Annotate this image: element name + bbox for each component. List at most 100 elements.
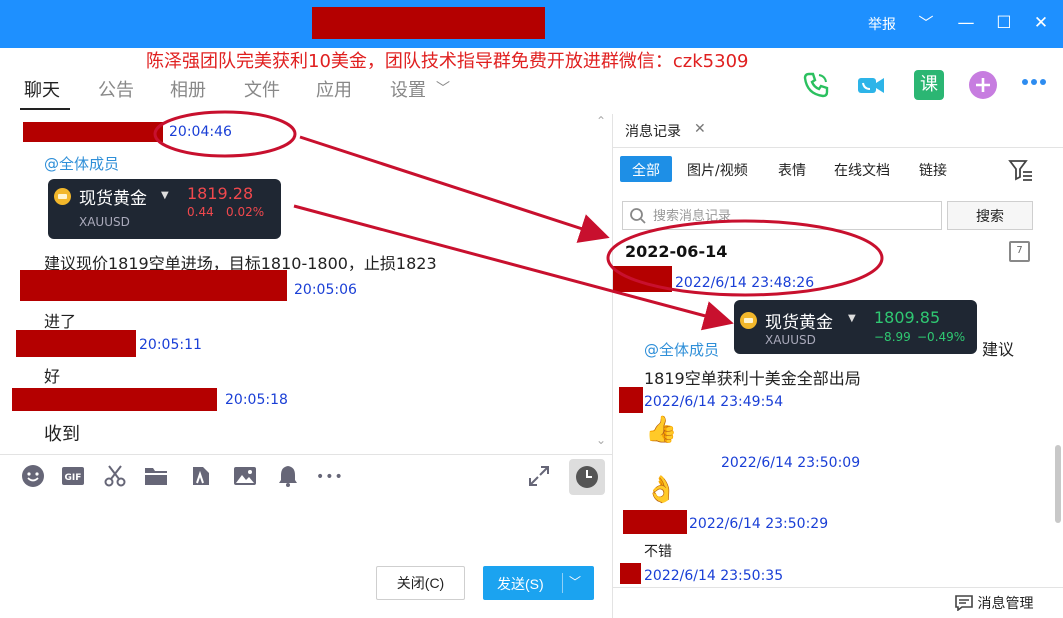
tab-chat[interactable]: 聊天: [24, 76, 60, 102]
redacted-sender: [23, 122, 163, 142]
gold-change: 0.44: [187, 205, 214, 219]
redacted-sender: [20, 270, 287, 301]
filter-emoji[interactable]: 表情: [778, 156, 806, 182]
svg-text:GIF: GIF: [65, 473, 82, 483]
message-text: 1819空单获利十美金全部出局: [644, 369, 861, 388]
course-icon[interactable]: 课: [914, 70, 944, 100]
mention-all[interactable]: @全体成员: [44, 153, 119, 174]
add-icon[interactable]: [968, 70, 998, 100]
message-timestamp: 20:05:06: [294, 282, 357, 298]
mention-all[interactable]: @全体成员: [644, 339, 719, 360]
gold-quote-card[interactable]: 现货黄金 ▼ XAUUSD 1819.28 0.44 0.02%: [48, 179, 281, 239]
message-timestamp: 20:05:18: [225, 392, 288, 408]
video-call-icon[interactable]: [856, 70, 886, 100]
history-scrollbar[interactable]: [1055, 445, 1061, 523]
caret-down-icon: ▼: [848, 313, 856, 324]
active-tab-underline: [20, 108, 70, 110]
message-text: 收到: [44, 424, 80, 445]
nav-bar: 聊天 公告 相册 文件 应用 设置 ﹀: [0, 70, 1063, 114]
more-tools-icon[interactable]: •••: [316, 464, 343, 490]
gold-coin-icon: [54, 188, 71, 205]
redacted-sender: [623, 510, 687, 534]
redacted-sender: [613, 266, 672, 292]
history-close-icon[interactable]: ✕: [694, 121, 706, 137]
emoji-icon[interactable]: [20, 464, 46, 490]
input-toolbar: [0, 454, 612, 500]
image-icon[interactable]: [232, 464, 258, 490]
send-label: 发送(S): [497, 576, 544, 592]
gif-icon[interactable]: GIF: [60, 464, 86, 490]
send-options-chevron-icon[interactable]: ﹀: [569, 573, 581, 590]
filter-all[interactable]: 全部: [620, 156, 672, 182]
tab-files[interactable]: 文件: [244, 76, 280, 102]
dropdown-icon[interactable]: ﹀: [915, 12, 937, 34]
collapse-up-icon[interactable]: ⌃: [596, 114, 606, 128]
tab-album[interactable]: 相册: [170, 76, 206, 102]
gold-code: XAUUSD: [765, 333, 816, 347]
gold-name: 现货黄金: [79, 189, 147, 209]
close-button[interactable]: 关闭(C): [376, 566, 465, 600]
message-text: 建议: [982, 340, 1015, 359]
redacted-sender: [12, 388, 217, 411]
report-button[interactable]: 举报: [868, 14, 896, 34]
panel-divider: [612, 114, 613, 618]
redacted-title: [312, 7, 545, 39]
caret-down-icon: ▼: [161, 190, 169, 201]
gold-price: 1819.28: [187, 184, 254, 203]
message-timestamp: 20:05:11: [139, 337, 202, 353]
gold-name: 现货黄金: [765, 313, 833, 333]
history-search-box[interactable]: [622, 201, 942, 230]
tab-apps[interactable]: 应用: [316, 76, 352, 102]
minimize-button[interactable]: —: [955, 12, 977, 34]
search-icon: [630, 208, 646, 224]
folder-icon[interactable]: [143, 464, 169, 490]
close-window-button[interactable]: ✕: [1030, 12, 1052, 34]
history-clock-button[interactable]: [569, 459, 605, 495]
history-tab[interactable]: 消息记录: [625, 121, 681, 141]
redacted-sender: [16, 330, 136, 357]
phone-icon[interactable]: [801, 70, 831, 100]
history-search-input[interactable]: [653, 206, 933, 226]
send-button[interactable]: 发送(S) ﹀: [483, 566, 594, 600]
send-split-divider: [562, 573, 563, 593]
message-manage-icon: [955, 595, 973, 612]
clock-icon: [576, 466, 598, 488]
expand-icon[interactable]: [526, 464, 552, 490]
app-window: 举报 ﹀ — ☐ ✕ 陈泽强团队完美获利10美金，团队技术指导群免费开放进群微信…: [0, 0, 1063, 618]
redacted-sender: [619, 387, 643, 413]
bell-icon[interactable]: [275, 464, 301, 490]
history-timestamp: 2022/6/14 23:50:29: [689, 516, 829, 532]
date-header: 2022-06-14: [625, 242, 728, 261]
message-text: 进了: [44, 312, 77, 331]
filter-icon[interactable]: [1008, 158, 1034, 182]
gold-change-pct: −0.49%: [917, 330, 966, 344]
history-tab-bar: 消息记录 ✕: [613, 114, 1063, 148]
message-manage-label: 消息管理: [977, 596, 1034, 612]
message-text: 不错: [644, 544, 672, 560]
filter-docs[interactable]: 在线文档: [834, 156, 890, 182]
history-timestamp: 2022/6/14 23:50:09: [721, 455, 861, 471]
history-timestamp: 2022/6/14 23:50:35: [644, 568, 784, 584]
message-manage-button[interactable]: 消息管理: [955, 593, 1033, 613]
maximize-button[interactable]: ☐: [993, 12, 1015, 34]
ok-hand-emoji: 👌: [645, 475, 678, 505]
search-button[interactable]: 搜索: [947, 201, 1033, 230]
gold-quote-card[interactable]: 现货黄金 ▼ XAUUSD 1809.85 −8.99 −0.49%: [734, 300, 977, 354]
title-bar: 举报 ﹀ — ☐ ✕: [0, 0, 1063, 48]
collapse-down-icon[interactable]: ⌄: [596, 433, 606, 447]
more-icon[interactable]: [1020, 70, 1050, 100]
filter-links[interactable]: 链接: [919, 156, 947, 182]
tab-announcement[interactable]: 公告: [98, 76, 134, 102]
calendar-icon[interactable]: 7: [1009, 241, 1030, 262]
document-icon[interactable]: [188, 464, 214, 490]
message-timestamp: 20:04:46: [169, 124, 232, 140]
scissors-icon[interactable]: [102, 464, 128, 490]
settings-chevron-icon[interactable]: ﹀: [436, 78, 450, 98]
tab-settings[interactable]: 设置: [390, 76, 426, 102]
thumbs-up-emoji: 👍: [645, 415, 678, 445]
gold-change-pct: 0.02%: [226, 205, 265, 219]
filter-media[interactable]: 图片/视频: [687, 156, 748, 182]
gold-price: 1809.85: [874, 308, 941, 327]
history-timestamp: 2022/6/14 23:49:54: [644, 394, 784, 410]
message-text: 好: [44, 367, 61, 386]
